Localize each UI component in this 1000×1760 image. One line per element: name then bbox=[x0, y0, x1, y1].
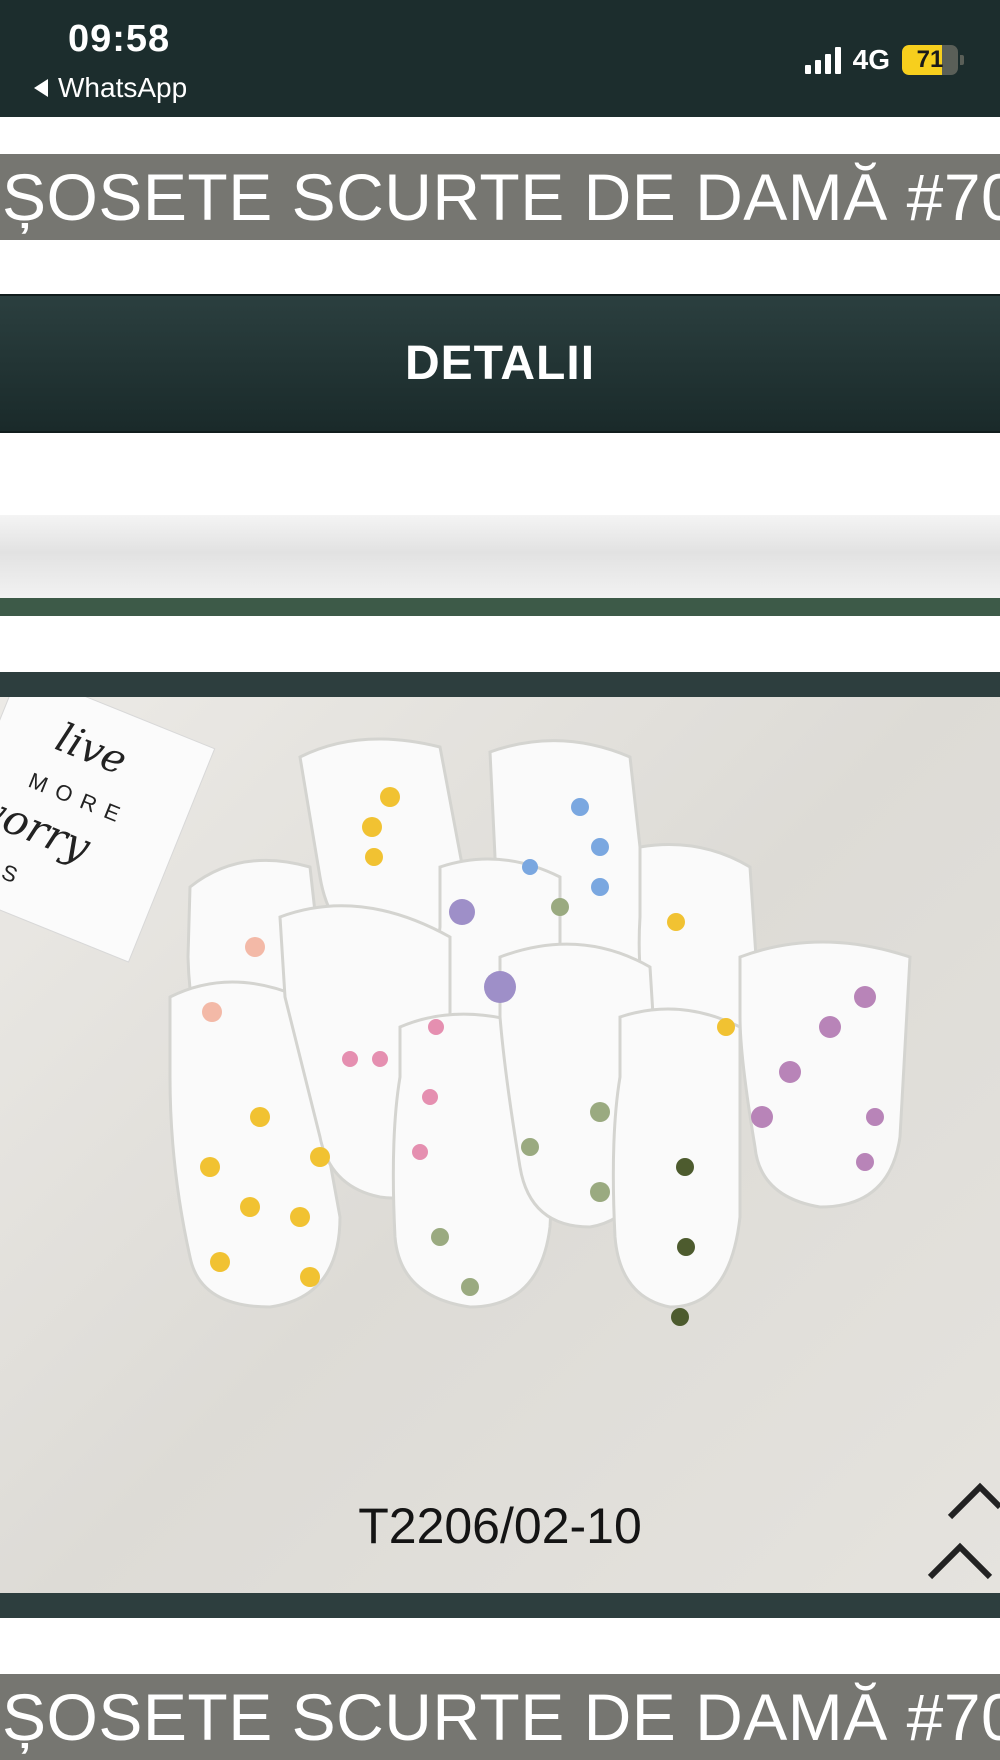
status-indicators: 4G 71 bbox=[804, 44, 964, 76]
cellular-signal-icon bbox=[804, 46, 841, 74]
status-bar: 09:58 WhatsApp 4G 71 bbox=[0, 0, 1000, 117]
image-frame-bottom bbox=[0, 1593, 1000, 1618]
quote-card: live MORE worry ESS bbox=[0, 697, 216, 963]
battery-level: 71 bbox=[916, 46, 944, 73]
battery-icon: 71 bbox=[902, 45, 964, 75]
image-frame-top bbox=[0, 672, 1000, 697]
product-title-text: ȘOSETE SCURTE DE DAMĂ #70 bbox=[2, 160, 1000, 234]
back-to-app-button[interactable]: WhatsApp bbox=[34, 72, 187, 104]
sock-10 bbox=[611, 1007, 742, 1309]
product-image[interactable]: live MORE worry ESS T2206/02-10 bbox=[0, 697, 1000, 1593]
next-product-title[interactable]: ȘOSETE SCURTE DE DAMĂ #70 bbox=[0, 1674, 1000, 1760]
product-sku-label: T2206/02-10 bbox=[358, 1498, 642, 1554]
sock-11 bbox=[738, 940, 912, 1209]
back-app-label: WhatsApp bbox=[58, 72, 188, 103]
next-product-title-text: ȘOSETE SCURTE DE DAMĂ #70 bbox=[2, 1680, 1000, 1754]
details-button[interactable]: DETALII bbox=[0, 294, 1000, 433]
network-type: 4G bbox=[852, 44, 890, 75]
product-title[interactable]: ȘOSETE SCURTE DE DAMĂ #70 bbox=[0, 154, 1000, 240]
details-button-label: DETALII bbox=[404, 337, 596, 390]
socks-illustration: live MORE worry ESS bbox=[0, 697, 1000, 1580]
clock: 09:58 bbox=[68, 18, 171, 60]
back-arrow-icon bbox=[34, 79, 48, 97]
divider-band bbox=[0, 515, 1000, 598]
accent-divider bbox=[0, 598, 1000, 616]
